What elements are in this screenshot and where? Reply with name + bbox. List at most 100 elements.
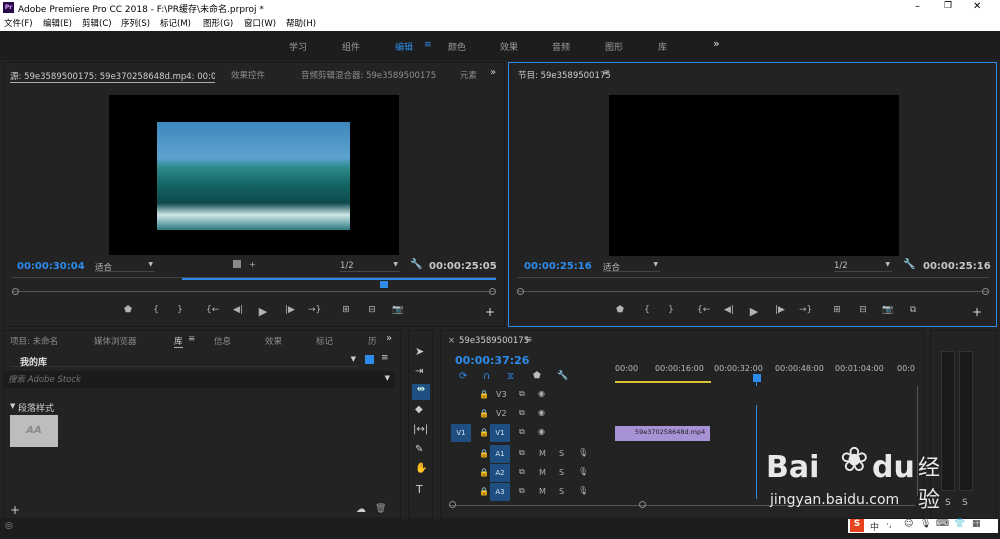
source-fit-dropdown[interactable]: 适合 ▼ xyxy=(95,261,155,273)
track-label-a1[interactable]: A1 xyxy=(490,445,510,463)
stock-search-input[interactable] xyxy=(8,373,368,386)
toolbox-icon[interactable]: ▦ xyxy=(972,519,981,529)
solo-button[interactable]: S xyxy=(559,468,564,477)
scrollbar-handle-left[interactable] xyxy=(12,288,19,295)
go-to-out-button[interactable]: →} xyxy=(308,305,321,315)
stock-search[interactable]: ▼ xyxy=(4,371,394,388)
step-back-button[interactable]: ◀| xyxy=(232,305,244,315)
eye-icon[interactable]: ◉ xyxy=(538,427,545,436)
tab-info[interactable]: 信息 xyxy=(214,335,231,347)
tab-sequence[interactable]: 59e3589500175 xyxy=(459,336,529,346)
track-label-v1[interactable]: V1 xyxy=(490,424,510,442)
snap-icon[interactable]: ∩ xyxy=(483,371,490,382)
play-button[interactable]: ▶ xyxy=(257,305,269,318)
lock-icon[interactable]: 🔒 xyxy=(479,468,489,477)
menu-graphics[interactable]: 图形(G) xyxy=(203,17,233,29)
add-marker-button[interactable]: ⬟ xyxy=(122,305,134,315)
lock-icon[interactable]: 🔒 xyxy=(479,449,489,458)
sync-lock-icon[interactable]: ⧉ xyxy=(519,427,525,437)
program-scroll-left[interactable] xyxy=(517,288,524,295)
workspace-assembly[interactable]: 组件 xyxy=(342,40,360,53)
eye-icon[interactable]: ◉ xyxy=(538,389,545,398)
source-resolution-dropdown[interactable]: 1/2 ▼ xyxy=(340,261,400,272)
ime-lang[interactable]: 中 xyxy=(870,520,879,533)
maximize-button[interactable]: ❐ xyxy=(944,1,952,11)
libraries-menu-icon[interactable]: ≡ xyxy=(188,334,195,344)
close-button[interactable]: ✕ xyxy=(973,1,981,12)
program-step-forward-button[interactable]: |▶ xyxy=(774,305,786,315)
mute-button[interactable]: M xyxy=(539,449,546,458)
source-scrollbar[interactable] xyxy=(12,291,496,292)
lock-icon[interactable]: 🔒 xyxy=(479,390,489,399)
microphone-icon[interactable]: 🎙 xyxy=(578,486,588,495)
solo-button[interactable]: S xyxy=(559,487,564,496)
program-scrollbar[interactable] xyxy=(517,291,989,292)
solo-button[interactable]: S xyxy=(559,449,564,458)
program-export-frame-button[interactable]: 📷 xyxy=(882,305,894,315)
step-forward-button[interactable]: |▶ xyxy=(284,305,296,315)
tab-effect-controls[interactable]: 效果控件 xyxy=(231,69,265,81)
grid-view-icon[interactable] xyxy=(365,355,374,364)
ripple-edit-tool-icon[interactable]: ⇹ xyxy=(412,384,430,400)
sequence-menu-icon[interactable]: ≡ xyxy=(525,335,532,345)
timeline-scroll-handle-right[interactable] xyxy=(639,501,646,508)
pen-tool-icon[interactable]: ✎ xyxy=(415,444,423,455)
program-go-to-in-button[interactable]: {← xyxy=(697,305,710,315)
mute-button[interactable]: M xyxy=(539,468,546,477)
program-scroll-right[interactable] xyxy=(982,288,989,295)
marker-icon[interactable] xyxy=(233,260,241,268)
library-selector[interactable]: 我的库 ▼ xyxy=(10,353,358,368)
meter-solo-right[interactable]: S xyxy=(962,498,968,508)
workspace-graphics[interactable]: 图形 xyxy=(605,40,623,53)
lock-icon[interactable]: 🔒 xyxy=(479,409,489,418)
time-ruler[interactable]: 00:00 00:00:16:00 00:00:32:00 00:00:48:0… xyxy=(615,361,915,385)
program-fit-dropdown[interactable]: 适合 ▼ xyxy=(603,261,660,273)
program-step-back-button[interactable]: ◀| xyxy=(723,305,735,315)
program-add-marker-button[interactable]: ⬟ xyxy=(614,305,626,315)
tab-source[interactable]: 源: 59e3589500175: 59e370258648d.mp4: 00:… xyxy=(10,70,215,83)
sync-lock-icon[interactable]: ⧉ xyxy=(519,467,525,477)
add-marker-icon[interactable]: ⬟ xyxy=(533,371,541,381)
selection-tool-icon[interactable]: ➤ xyxy=(415,345,424,358)
linked-select-icon[interactable]: ⧖ xyxy=(507,371,514,382)
workspace-libraries[interactable]: 库 xyxy=(658,40,667,53)
timeline-scroll-handle-left[interactable] xyxy=(449,501,456,508)
menu-marker[interactable]: 标记(M) xyxy=(160,17,191,29)
source-playhead[interactable] xyxy=(380,281,388,288)
source-timecode-in[interactable]: 00:00:30:04 xyxy=(17,261,85,272)
program-resolution-dropdown[interactable]: 1/2 ▼ xyxy=(834,261,892,272)
workspace-editing[interactable]: 编辑 xyxy=(395,40,413,53)
menu-help[interactable]: 帮助(H) xyxy=(286,17,316,29)
workspace-learn[interactable]: 学习 xyxy=(289,40,307,53)
sync-lock-icon[interactable]: ⧉ xyxy=(519,408,525,418)
tab-markers[interactable]: 标记 xyxy=(316,335,333,347)
cloud-sync-icon[interactable]: ☁ xyxy=(356,504,366,515)
track-select-tool-icon[interactable]: ⇥ xyxy=(415,366,423,377)
hand-tool-icon[interactable]: ✋ xyxy=(415,463,427,474)
paragraph-style-thumbnail[interactable]: AA xyxy=(10,415,58,447)
razor-tool-icon[interactable]: ◆ xyxy=(415,404,423,415)
eye-icon[interactable]: ◉ xyxy=(538,408,545,417)
tab-effects[interactable]: 效果 xyxy=(265,335,282,347)
workspace-color[interactable]: 颜色 xyxy=(448,40,466,53)
microphone-icon[interactable]: 🎙 xyxy=(920,519,931,529)
compare-view-button[interactable]: ⧉ xyxy=(907,305,919,315)
track-label-a3[interactable]: A3 xyxy=(490,483,510,501)
program-mark-out-button[interactable]: } xyxy=(665,305,677,315)
search-dropdown-icon[interactable]: ▼ xyxy=(385,374,390,382)
nest-icon[interactable]: ⟳ xyxy=(459,371,467,382)
sync-lock-icon[interactable]: ⧉ xyxy=(519,448,525,458)
section-toggle-icon[interactable]: ▼ xyxy=(10,402,15,410)
list-view-icon[interactable]: ≡ xyxy=(381,353,389,363)
program-go-to-out-button[interactable]: →} xyxy=(799,305,812,315)
tab-history[interactable]: 历 xyxy=(368,335,377,347)
source-patch-v1[interactable]: V1 xyxy=(451,424,471,442)
insert-button[interactable]: ⊞ xyxy=(340,305,352,315)
microphone-icon[interactable]: 🎙 xyxy=(578,448,588,457)
workspace-audio[interactable]: 音频 xyxy=(552,40,570,53)
slip-tool-icon[interactable]: |↔| xyxy=(413,424,428,435)
work-area-bar[interactable] xyxy=(615,381,711,383)
track-label-v2[interactable]: V2 xyxy=(496,409,507,418)
project-more-icon[interactable]: » xyxy=(386,333,392,344)
sogou-icon[interactable]: S xyxy=(850,519,864,532)
